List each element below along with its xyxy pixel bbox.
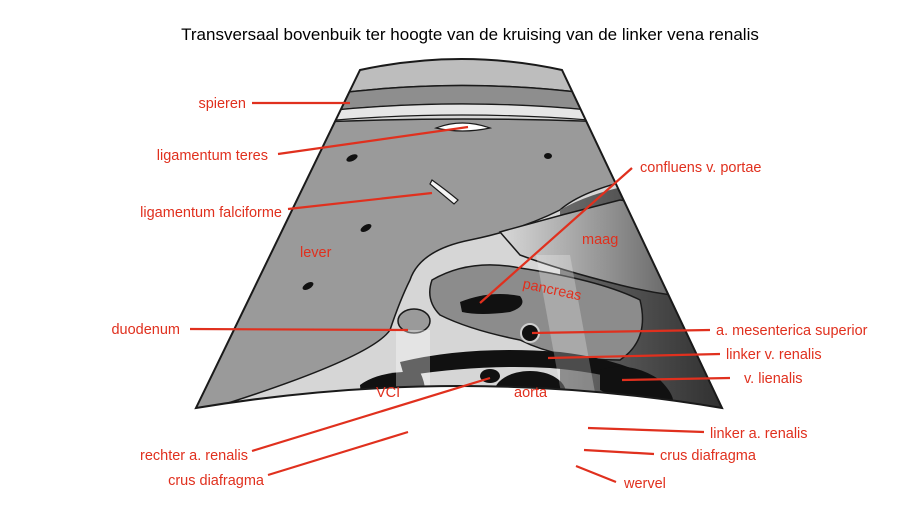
label-v-lienalis: v. lienalis [744, 371, 803, 387]
label-wervel: wervel [623, 476, 666, 492]
label-linker-v-renalis: linker v. renalis [726, 347, 822, 363]
label-aorta: aorta [514, 385, 548, 401]
label-crus-diafragma-left: crus diafragma [168, 473, 265, 489]
diagram-title: Transversaal bovenbuik ter hoogte van de… [181, 25, 759, 44]
label-duodenum: duodenum [111, 322, 180, 338]
label-lever: lever [300, 245, 332, 261]
ultrasound-image [196, 59, 722, 408]
label-rechter-a-renalis: rechter a. renalis [140, 448, 248, 464]
label-a-mesenterica-superior: a. mesenterica superior [716, 323, 868, 339]
label-vci: VCI [376, 385, 400, 401]
label-ligamentum-falciforme: ligamentum falciforme [140, 205, 282, 221]
label-linker-a-renalis: linker a. renalis [710, 426, 808, 442]
ultrasound-diagram: Transversaal bovenbuik ter hoogte van de… [111, 25, 868, 492]
label-maag: maag [582, 232, 618, 248]
label-confluens-v-portae: confluens v. portae [640, 160, 761, 176]
label-crus-diafragma-right: crus diafragma [660, 448, 757, 464]
label-spieren: spieren [198, 96, 246, 112]
label-ligamentum-teres: ligamentum teres [157, 148, 268, 164]
